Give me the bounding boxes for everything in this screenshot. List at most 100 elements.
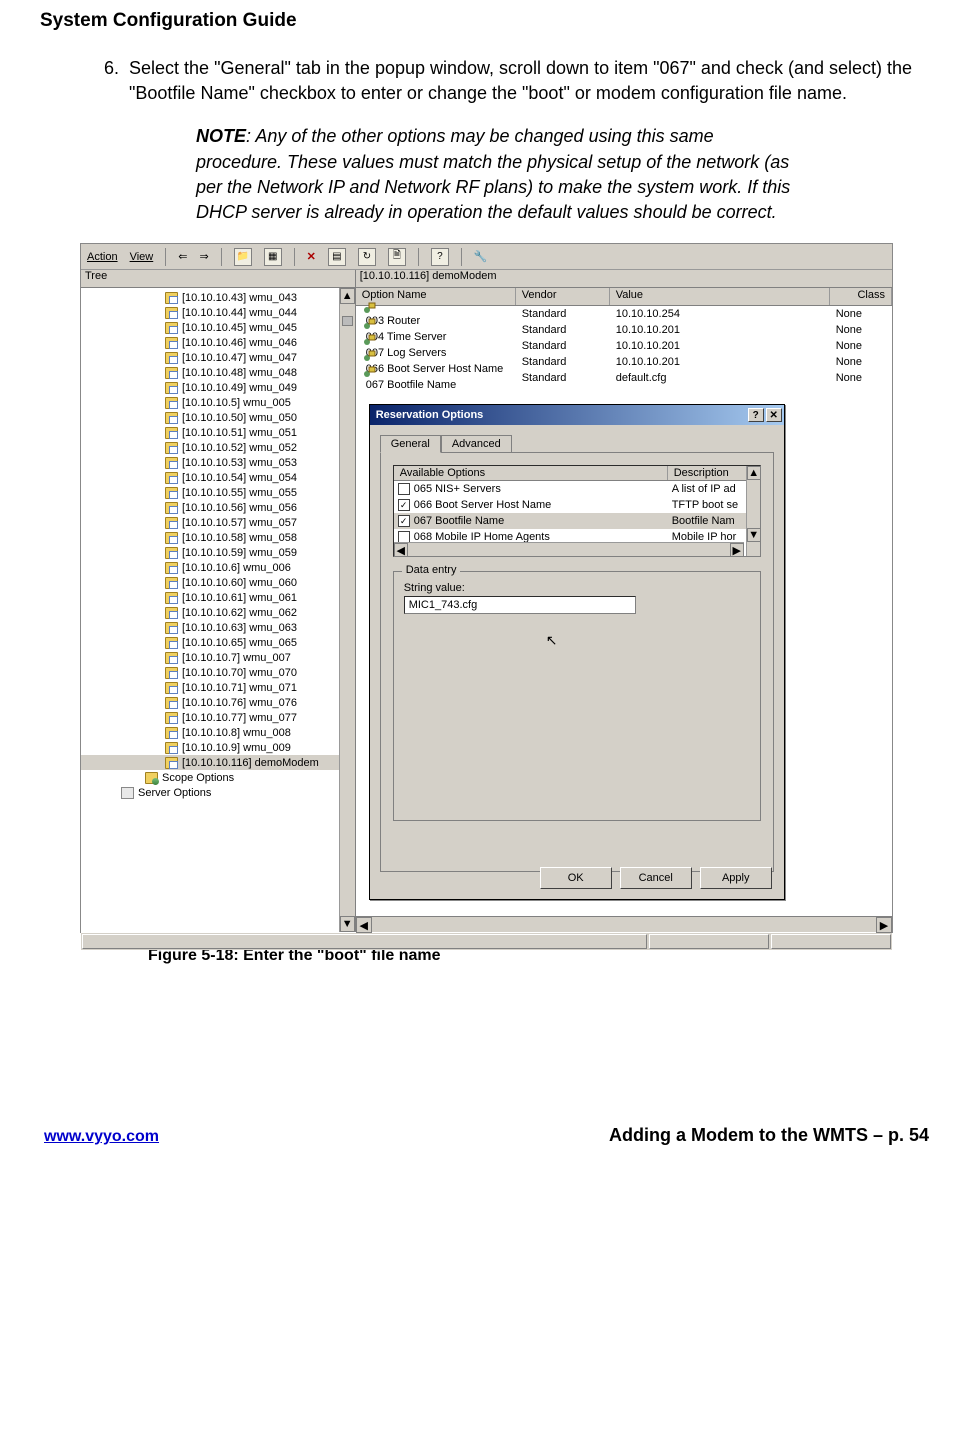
tree-item[interactable]: [10.10.10.60] wmu_060 xyxy=(81,575,355,590)
tree-item-label: [10.10.10.44] wmu_044 xyxy=(182,307,297,319)
tree-item[interactable]: [10.10.10.55] wmu_055 xyxy=(81,485,355,500)
options-scrollbar-horiz[interactable]: ◀ ▶ xyxy=(394,542,744,556)
tree-item[interactable]: [10.10.10.71] wmu_071 xyxy=(81,680,355,695)
apply-button[interactable]: Apply xyxy=(700,867,772,889)
reservation-icon xyxy=(165,682,178,694)
tree-item[interactable]: [10.10.10.6] wmu_006 xyxy=(81,560,355,575)
option-checkbox[interactable]: ✓ xyxy=(398,499,410,511)
scroll-down-icon[interactable]: ▼ xyxy=(747,528,761,542)
tree-item[interactable]: [10.10.10.62] wmu_062 xyxy=(81,605,355,620)
tree-item[interactable]: [10.10.10.7] wmu_007 xyxy=(81,650,355,665)
tree-item[interactable]: [10.10.10.8] wmu_008 xyxy=(81,725,355,740)
tree-item[interactable]: [10.10.10.58] wmu_058 xyxy=(81,530,355,545)
tab-advanced[interactable]: Advanced xyxy=(441,435,512,452)
string-value-input[interactable] xyxy=(404,596,636,614)
available-option-name: 066 Boot Server Host Name xyxy=(414,499,668,511)
tree-item-label: [10.10.10.53] wmu_053 xyxy=(182,457,297,469)
tab-general[interactable]: General xyxy=(380,435,441,453)
reservation-options-dialog: Reservation Options ? ✕ General Advanced xyxy=(369,404,785,900)
tree-item[interactable]: [10.10.10.49] wmu_049 xyxy=(81,380,355,395)
note-label: NOTE xyxy=(196,126,246,146)
available-option-row[interactable]: ✓066 Boot Server Host NameTFTP boot se xyxy=(394,497,760,513)
tree-server-options[interactable]: Server Options xyxy=(81,785,355,800)
nav-back-icon[interactable]: ⇐ xyxy=(178,250,187,263)
col-vendor[interactable]: Vendor xyxy=(516,288,610,305)
tree-scope-options[interactable]: Scope Options xyxy=(81,770,355,785)
help-icon[interactable]: ? xyxy=(431,248,449,266)
reservation-icon xyxy=(165,757,178,769)
footer-page-info: Adding a Modem to the WMTS – p. 54 xyxy=(609,1125,929,1146)
option-checkbox[interactable] xyxy=(398,483,410,495)
available-option-name: 067 Bootfile Name xyxy=(414,515,668,527)
available-options-list[interactable]: Available Options Description 065 NIS+ S… xyxy=(393,465,761,557)
cancel-button[interactable]: Cancel xyxy=(620,867,692,889)
plugin-icon[interactable]: 🔧 xyxy=(474,250,488,263)
option-row[interactable]: 067 Bootfile NameStandarddefault.cfgNone xyxy=(356,370,892,386)
option-checkbox[interactable]: ✓ xyxy=(398,515,410,527)
screenshot: Action View ⇐ ⇒ 📁 ▦ ✕ ▤ ↻ 🗎 ? 🔧 Tree [10 xyxy=(80,243,893,933)
tree-item[interactable]: [10.10.10.70] wmu_070 xyxy=(81,665,355,680)
scroll-down-icon[interactable]: ▼ xyxy=(340,916,355,932)
options-scrollbar-vert[interactable]: ▲ ▼ xyxy=(746,466,760,556)
tree-item[interactable]: [10.10.10.65] wmu_065 xyxy=(81,635,355,650)
scroll-right-icon[interactable]: ▶ xyxy=(876,917,892,933)
tree-scrollbar[interactable]: ▲ ▼ xyxy=(339,288,355,932)
up-folder-icon[interactable]: 📁 xyxy=(234,248,252,266)
tree-item[interactable]: [10.10.10.56] wmu_056 xyxy=(81,500,355,515)
tree-item-label: [10.10.10.55] wmu_055 xyxy=(182,487,297,499)
scroll-left-icon[interactable]: ◀ xyxy=(394,543,408,557)
tree-item[interactable]: [10.10.10.50] wmu_050 xyxy=(81,410,355,425)
tree-list[interactable]: [10.10.10.43] wmu_043 [10.10.10.44] wmu_0… xyxy=(81,288,355,932)
tree-item[interactable]: [10.10.10.47] wmu_047 xyxy=(81,350,355,365)
col-value[interactable]: Value xyxy=(610,288,830,305)
col-available-options[interactable]: Available Options xyxy=(394,466,668,480)
tree-item[interactable]: [10.10.10.45] wmu_045 xyxy=(81,320,355,335)
scope-icon xyxy=(145,772,158,784)
tree-item-label: [10.10.10.8] wmu_008 xyxy=(182,727,291,739)
dialog-help-button[interactable]: ? xyxy=(748,408,764,422)
available-option-row[interactable]: 065 NIS+ ServersA list of IP ad xyxy=(394,481,760,497)
tree-item-label: [10.10.10.77] wmu_077 xyxy=(182,712,297,724)
tree-item[interactable]: [10.10.10.9] wmu_009 xyxy=(81,740,355,755)
show-hide-icon[interactable]: ▦ xyxy=(264,248,282,266)
tree-item[interactable]: [10.10.10.43] wmu_043 xyxy=(81,290,355,305)
scroll-up-icon[interactable]: ▲ xyxy=(340,288,355,304)
refresh-icon[interactable]: ↻ xyxy=(358,248,376,266)
reservation-icon xyxy=(165,607,178,619)
menu-action[interactable]: Action xyxy=(87,251,118,263)
tree-item[interactable]: [10.10.10.44] wmu_044 xyxy=(81,305,355,320)
tree-item[interactable]: [10.10.10.52] wmu_052 xyxy=(81,440,355,455)
delete-icon[interactable]: ✕ xyxy=(307,250,316,263)
scroll-up-icon[interactable]: ▲ xyxy=(747,466,761,480)
tree-item[interactable]: [10.10.10.76] wmu_076 xyxy=(81,695,355,710)
tree-item[interactable]: [10.10.10.53] wmu_053 xyxy=(81,455,355,470)
tree-item[interactable]: [10.10.10.63] wmu_063 xyxy=(81,620,355,635)
export-icon[interactable]: 🗎 xyxy=(388,248,406,266)
dialog-close-button[interactable]: ✕ xyxy=(766,408,782,422)
option-class: None xyxy=(830,324,892,336)
tree-item[interactable]: [10.10.10.59] wmu_059 xyxy=(81,545,355,560)
main-scrollbar-horiz[interactable]: ◀ ▶ xyxy=(356,916,892,932)
available-option-row[interactable]: ✓067 Bootfile NameBootfile Nam xyxy=(394,513,760,529)
tree-item[interactable]: [10.10.10.46] wmu_046 xyxy=(81,335,355,350)
tree-item[interactable]: [10.10.10.116] demoModem xyxy=(81,755,355,770)
ok-button[interactable]: OK xyxy=(540,867,612,889)
nav-forward-icon[interactable]: ⇒ xyxy=(199,250,208,263)
tree-item[interactable]: [10.10.10.77] wmu_077 xyxy=(81,710,355,725)
scroll-thumb[interactable] xyxy=(342,316,353,326)
tree-item[interactable]: [10.10.10.61] wmu_061 xyxy=(81,590,355,605)
properties-icon[interactable]: ▤ xyxy=(328,248,346,266)
tree-item[interactable]: [10.10.10.54] wmu_054 xyxy=(81,470,355,485)
col-class[interactable]: Class xyxy=(830,288,892,305)
tree-item[interactable]: [10.10.10.51] wmu_051 xyxy=(81,425,355,440)
scroll-right-icon[interactable]: ▶ xyxy=(730,543,744,557)
doc-title: System Configuration Guide xyxy=(40,10,933,32)
tree-item[interactable]: [10.10.10.48] wmu_048 xyxy=(81,365,355,380)
footer-link[interactable]: www.vyyo.com xyxy=(44,1128,159,1146)
tree-item[interactable]: [10.10.10.5] wmu_005 xyxy=(81,395,355,410)
dialog-titlebar[interactable]: Reservation Options ? ✕ xyxy=(370,405,784,425)
scroll-left-icon[interactable]: ◀ xyxy=(356,917,372,933)
menu-view[interactable]: View xyxy=(130,251,154,263)
tree-item[interactable]: [10.10.10.57] wmu_057 xyxy=(81,515,355,530)
dialog-title: Reservation Options xyxy=(376,409,746,421)
